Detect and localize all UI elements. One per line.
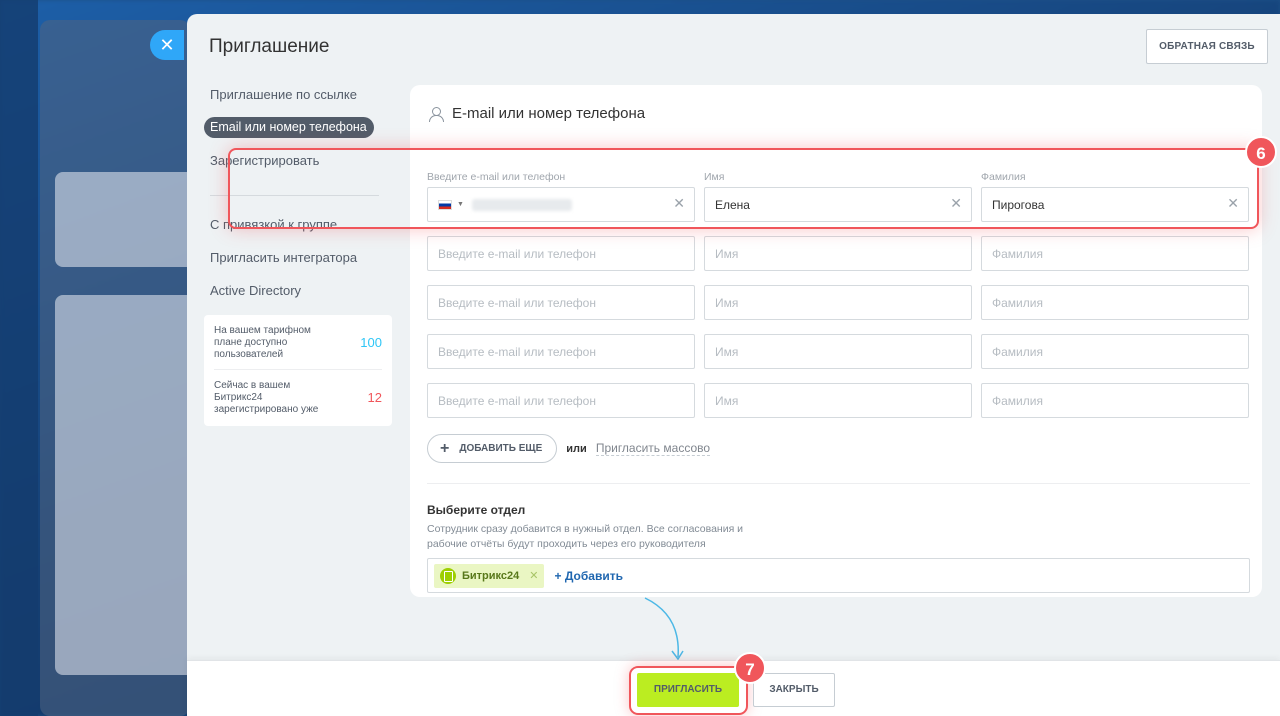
or-label: или — [566, 442, 587, 455]
limit-text: Сейчас в вашем Битрикс24 зарегистрирован… — [214, 380, 319, 415]
background-left-menu — [0, 0, 38, 716]
form-title: E-mail или номер телефона — [428, 105, 645, 122]
limit-text: На вашем тарифном плане доступно пользов… — [214, 325, 311, 360]
name-input[interactable]: Имя — [704, 334, 972, 369]
contact-input[interactable]: Введите e-mail или телефон — [427, 383, 695, 418]
page-title: Приглашение — [209, 36, 330, 57]
menu-item-active-directory[interactable]: Active Directory — [204, 280, 394, 313]
background-card — [55, 295, 195, 675]
background-card — [55, 172, 195, 267]
step-badge-6: 6 — [1245, 136, 1277, 168]
limit-row-available: На вашем тарифном плане доступно пользов… — [214, 323, 382, 363]
department-tag[interactable]: Битрикс24 ✕ — [434, 563, 545, 588]
add-more-button[interactable]: + ДОБАВИТЬ ЕЩЕ — [427, 434, 558, 463]
slider-close-button[interactable]: ✕ — [150, 30, 184, 60]
highlight-fields — [228, 148, 1259, 229]
add-department-link[interactable]: + Добавить — [554, 569, 622, 583]
highlight-invite — [629, 666, 748, 715]
user-limits: На вашем тарифном плане доступно пользов… — [204, 315, 392, 426]
contact-input[interactable]: Введите e-mail или телефон — [427, 285, 695, 320]
invite-methods-menu: Приглашение по ссылке Email или номер те… — [204, 84, 394, 426]
close-button[interactable]: ЗАКРЫТЬ — [753, 673, 835, 707]
feedback-button[interactable]: ОБРАТНАЯ СВЯЗЬ — [1146, 29, 1268, 64]
menu-item-email-phone[interactable]: Email или номер телефона — [204, 117, 374, 138]
close-icon: ✕ — [159, 35, 175, 55]
surname-input[interactable]: Фамилия — [981, 285, 1249, 320]
invite-row: Введите e-mail или телефон Имя Фамилия — [427, 383, 1249, 418]
surname-input[interactable]: Фамилия — [981, 383, 1249, 418]
limit-value: 100 — [360, 335, 382, 350]
remove-tag-icon[interactable]: ✕ — [529, 569, 538, 582]
surname-input[interactable]: Фамилия — [981, 334, 1249, 369]
add-more-label: ДОБАВИТЬ ЕЩЕ — [459, 443, 543, 454]
form-title-text: E-mail или номер телефона — [452, 105, 646, 122]
menu-item-invite-link[interactable]: Приглашение по ссылке — [204, 84, 394, 117]
department-icon — [440, 567, 456, 584]
divider — [427, 483, 1250, 484]
department-title: Выберите отдел — [427, 503, 526, 517]
department-selector[interactable]: Битрикс24 ✕ + Добавить — [427, 558, 1250, 593]
mass-invite-link[interactable]: Пригласить массово — [595, 441, 711, 456]
plus-icon: + — [440, 439, 450, 457]
name-input[interactable]: Имя — [704, 236, 972, 271]
hint-arrow-icon — [644, 597, 684, 661]
user-icon — [428, 106, 444, 122]
department-description: Сотрудник сразу добавится в нужный отдел… — [427, 523, 744, 550]
invite-slider: Приглашение ОБРАТНАЯ СВЯЗЬ Приглашение п… — [187, 14, 1280, 716]
limit-value: 12 — [367, 390, 382, 405]
contact-input[interactable]: Введите e-mail или телефон — [427, 334, 695, 369]
limit-row-registered: Сейчас в вашем Битрикс24 зарегистрирован… — [214, 369, 382, 418]
name-input[interactable]: Имя — [704, 383, 972, 418]
name-input[interactable]: Имя — [704, 285, 972, 320]
department-tag-label: Битрикс24 — [462, 569, 520, 582]
add-more-row: + ДОБАВИТЬ ЕЩЕ или Пригласить массово — [427, 434, 711, 463]
contact-input[interactable]: Введите e-mail или телефон — [427, 236, 695, 271]
invite-row: Введите e-mail или телефон Имя Фамилия — [427, 285, 1249, 320]
invite-row: Введите e-mail или телефон Имя Фамилия — [427, 334, 1249, 369]
invite-row: Введите e-mail или телефон Имя Фамилия — [427, 236, 1249, 271]
surname-input[interactable]: Фамилия — [981, 236, 1249, 271]
step-badge-7: 7 — [734, 652, 766, 684]
menu-item-integrator[interactable]: Пригласить интегратора — [204, 247, 394, 280]
